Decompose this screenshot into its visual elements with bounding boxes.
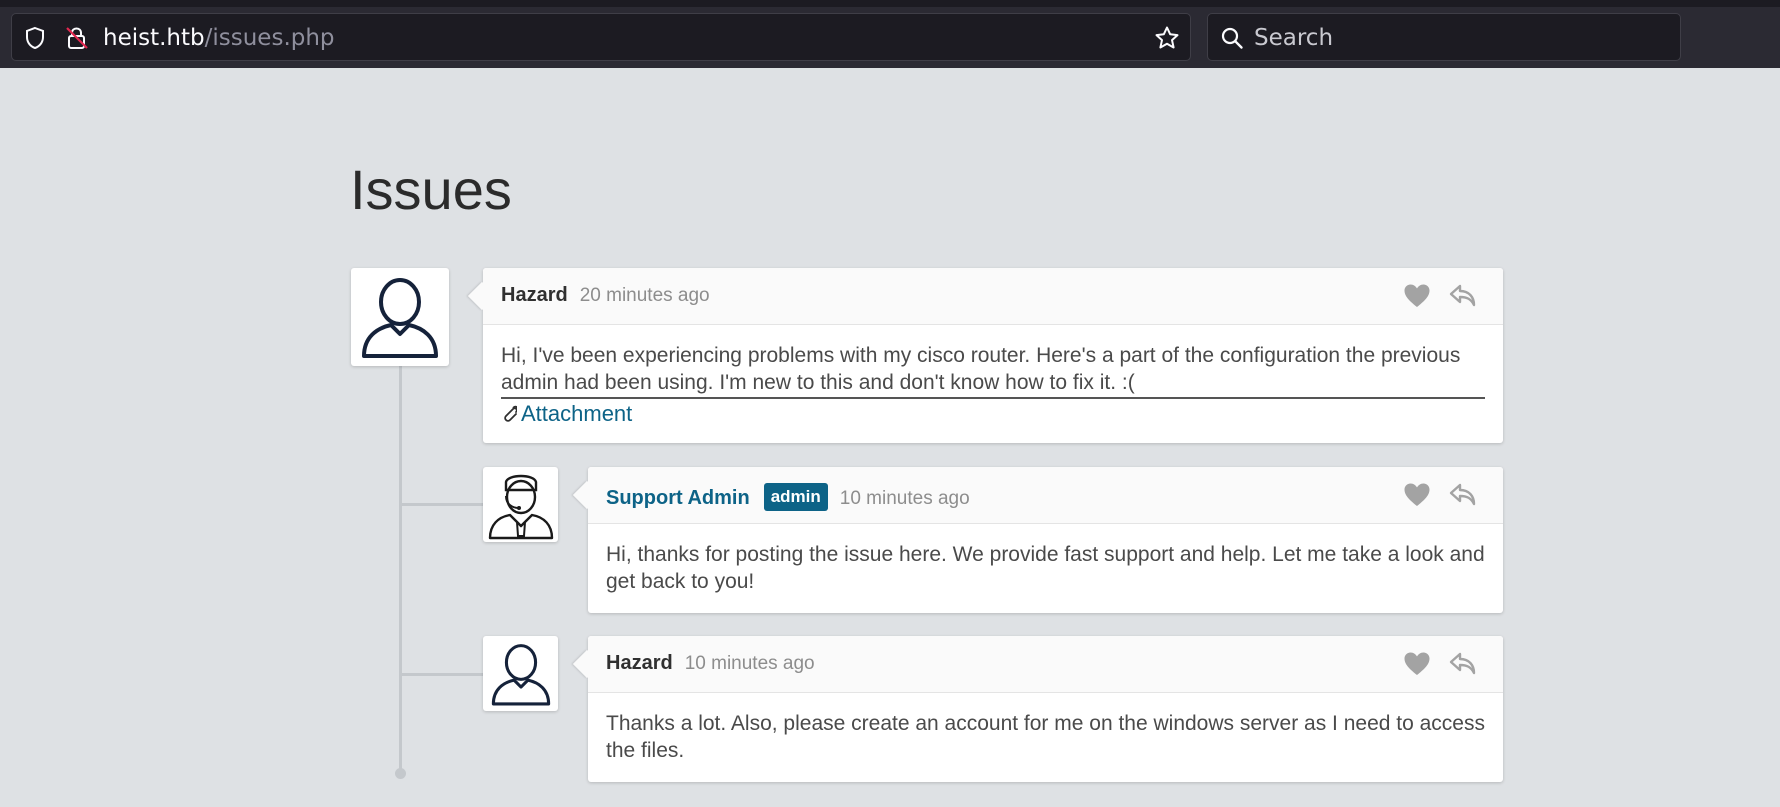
comment-author: Hazard 20 minutes ago (501, 284, 710, 307)
search-bar[interactable]: Search (1207, 13, 1681, 61)
comment-header: Support Admin admin 10 minutes ago (588, 467, 1503, 524)
thread-branch (401, 503, 483, 506)
user-icon (491, 643, 550, 705)
comment-card: Support Admin admin 10 minutes ago Hi, tha… (572, 467, 1503, 613)
comment-text: Thanks a lot. Also, please create an acc… (606, 712, 1485, 762)
thread-line (399, 365, 402, 770)
comment-time: 20 minutes ago (579, 285, 710, 306)
comment-card: Hazard 20 minutes ago Hi, I've been exper… (467, 268, 1503, 443)
support-agent-icon (488, 474, 553, 539)
avatar[interactable] (483, 636, 558, 711)
attachment-link[interactable]: Attachment (501, 400, 1485, 427)
address-bar[interactable]: heist.htb/issues.php (11, 13, 1191, 61)
comment-body: Hi, thanks for posting the issue here. W… (588, 524, 1503, 611)
comment-header: Hazard 20 minutes ago (483, 268, 1503, 325)
comment-author: Hazard 10 minutes ago (606, 652, 815, 675)
comment-time: 10 minutes ago (684, 653, 815, 674)
author-name: Hazard (606, 652, 673, 674)
url-path: /issues.php (204, 25, 335, 51)
admin-badge: admin (763, 483, 828, 511)
heart-icon[interactable] (1403, 482, 1431, 508)
shield-icon[interactable] (24, 26, 46, 50)
url-text[interactable]: heist.htb/issues.php (103, 25, 335, 51)
heart-icon[interactable] (1403, 651, 1431, 677)
attachment-label: Attachment (521, 401, 633, 426)
comment-body: Thanks a lot. Also, please create an acc… (588, 693, 1503, 780)
browser-toolbar: heist.htb/issues.php Search (0, 0, 1780, 68)
comment-body: Hi, I've been experiencing problems with… (483, 325, 1503, 443)
author-name: Hazard (501, 284, 568, 306)
reply-icon[interactable] (1449, 283, 1477, 309)
url-host: heist.htb (103, 25, 205, 51)
bookmark-star-icon[interactable] (1154, 25, 1180, 51)
reply-icon[interactable] (1449, 651, 1477, 677)
comment-card: Hazard 10 minutes ago Thanks a lot. Also,… (572, 636, 1503, 782)
avatar[interactable] (351, 268, 449, 366)
user-icon (362, 278, 438, 358)
author-name[interactable]: Support Admin (606, 487, 750, 509)
search-icon (1221, 27, 1243, 49)
avatar[interactable] (483, 467, 558, 542)
comment-time: 10 minutes ago (839, 488, 970, 509)
paperclip-icon (504, 405, 517, 422)
comment-text: Hi, thanks for posting the issue here. W… (606, 543, 1485, 593)
search-placeholder: Search (1254, 25, 1334, 51)
comment-header: Hazard 10 minutes ago (588, 636, 1503, 693)
insecure-lock-icon[interactable] (64, 25, 90, 51)
page-title: Issues (350, 158, 512, 221)
comment-text: Hi, I've been experiencing problems with… (501, 342, 1485, 399)
heart-icon[interactable] (1403, 283, 1431, 309)
thread-end-dot (395, 768, 406, 779)
comment-author: Support Admin admin 10 minutes ago (606, 483, 970, 511)
reply-icon[interactable] (1449, 482, 1477, 508)
thread-branch (401, 673, 483, 676)
